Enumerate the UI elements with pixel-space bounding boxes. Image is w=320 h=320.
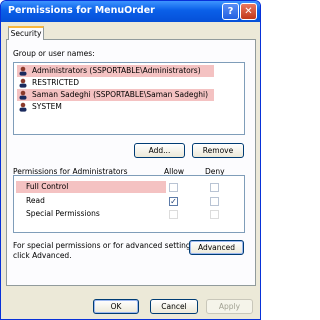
permission-row-read: Read xyxy=(16,195,166,207)
list-item-label: Saman Sadeghi (SSPORTABLE\Saman Sadeghi) xyxy=(32,90,209,99)
special-deny-checkbox[interactable] xyxy=(210,210,219,219)
title-bar[interactable]: Permissions for MenuOrder ? ✕ xyxy=(1,1,260,22)
special-allow-checkbox[interactable] xyxy=(169,210,178,219)
list-item-restricted[interactable]: RESTRICTED xyxy=(17,77,214,89)
ok-button[interactable]: OK xyxy=(93,299,139,314)
list-item-saman-sadeghi[interactable]: Saman Sadeghi (SSPORTABLE\Saman Sadeghi) xyxy=(17,89,214,101)
permissions-list: Full Control Read Special Permissions ✓ xyxy=(13,175,245,233)
advanced-note-line2: click Advanced. xyxy=(13,251,72,260)
user-icon xyxy=(19,66,27,76)
list-item-label: SYSTEM xyxy=(32,102,62,111)
help-button[interactable]: ? xyxy=(222,3,239,20)
permissions-dialog: Permissions for MenuOrder ? ✕ Security G… xyxy=(0,0,261,320)
remove-button[interactable]: Remove xyxy=(192,143,244,158)
group-or-user-label: Group or user names: xyxy=(13,49,95,58)
list-item-label: Administrators (SSPORTABLE\Administrator… xyxy=(32,66,201,75)
user-icon xyxy=(19,90,27,100)
tab-security[interactable]: Security xyxy=(8,26,44,40)
group-user-list[interactable]: Administrators (SSPORTABLE\Administrator… xyxy=(13,62,245,135)
add-button[interactable]: Add... xyxy=(134,143,185,158)
advanced-note-line1: For special permissions or for advanced … xyxy=(13,241,197,250)
window-title: Permissions for MenuOrder xyxy=(8,5,155,16)
user-icon xyxy=(19,78,27,88)
user-icon xyxy=(19,102,27,112)
apply-button[interactable]: Apply xyxy=(206,299,253,314)
permission-label: Special Permissions xyxy=(26,209,100,218)
full-control-allow-checkbox[interactable] xyxy=(169,183,178,192)
permission-label: Read xyxy=(26,196,45,205)
full-control-deny-checkbox[interactable] xyxy=(210,183,219,192)
close-button[interactable]: ✕ xyxy=(240,3,257,20)
permission-row-full-control: Full Control xyxy=(16,181,166,193)
list-item-administrators[interactable]: Administrators (SSPORTABLE\Administrator… xyxy=(17,65,214,77)
list-item-system[interactable]: SYSTEM xyxy=(17,101,214,113)
read-allow-checkbox[interactable]: ✓ xyxy=(169,197,178,206)
list-item-label: RESTRICTED xyxy=(32,78,80,87)
advanced-button[interactable]: Advanced xyxy=(189,240,244,255)
permission-label: Full Control xyxy=(26,182,69,191)
read-deny-checkbox[interactable] xyxy=(210,197,219,206)
permission-row-special: Special Permissions xyxy=(16,208,166,220)
cancel-button[interactable]: Cancel xyxy=(150,299,198,314)
